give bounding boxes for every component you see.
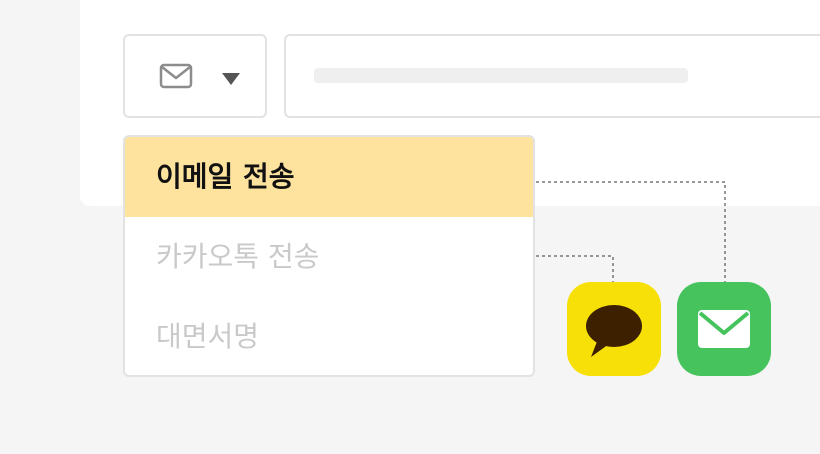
connector-lines	[536, 181, 726, 282]
kakaotalk-app-icon[interactable]	[567, 282, 661, 376]
kakaotalk-connector-line	[536, 255, 614, 282]
email-connector-line	[536, 181, 726, 282]
email-app-icon[interactable]	[677, 282, 771, 376]
envelope-icon	[698, 310, 750, 348]
kakaotalk-bubble-icon	[586, 305, 642, 357]
